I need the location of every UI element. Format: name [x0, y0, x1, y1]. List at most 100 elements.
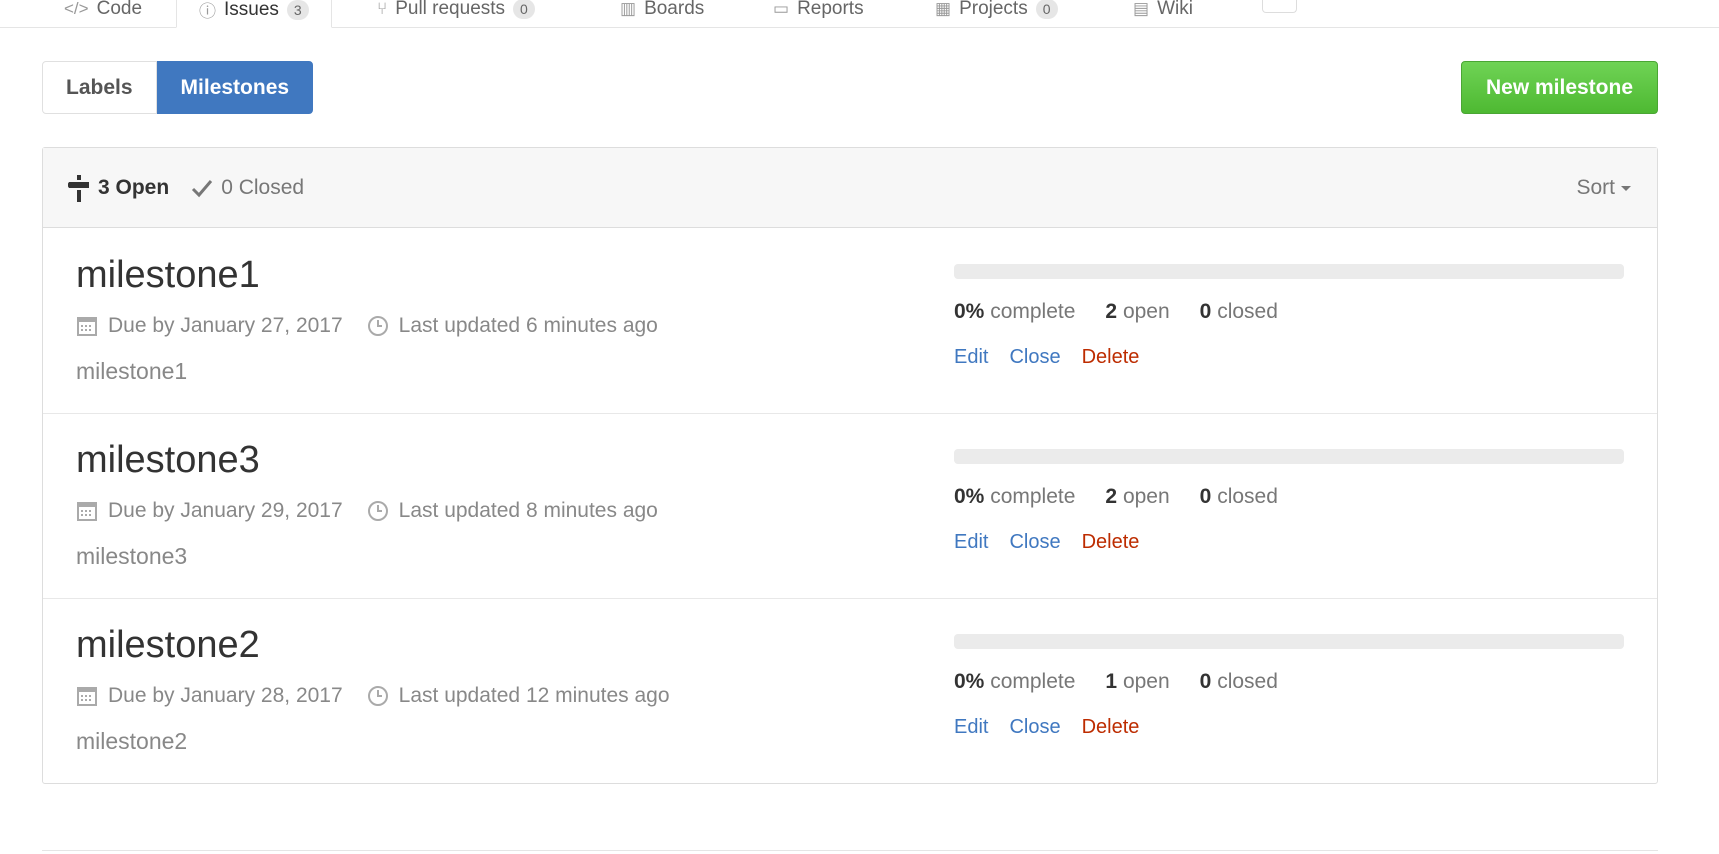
sort-dropdown[interactable]: Sort: [1576, 148, 1631, 227]
milestone-title[interactable]: milestone1: [76, 254, 260, 297]
milestone-description: milestone1: [76, 358, 188, 384]
due-date-text: Due by January 28, 2017: [108, 684, 343, 707]
new-milestone-button[interactable]: New milestone: [1461, 61, 1658, 114]
repo-nav: </> Code ⓘ Issues 3 ⑂ Pull requests 0 ▥ …: [0, 0, 1719, 28]
edit-link[interactable]: Edit: [954, 716, 988, 739]
clock-icon: [367, 501, 388, 521]
milestone-title[interactable]: milestone2: [76, 624, 260, 667]
calendar-icon: [77, 502, 97, 521]
milestone-item: milestone3 Due by January 29, 2017 Last …: [43, 413, 1657, 599]
last-updated-text: Last updated 12 minutes ago: [398, 684, 670, 707]
milestone-stats: 0% complete 2 open 0 closed: [954, 485, 1308, 509]
milestone-description: milestone3: [76, 543, 188, 569]
tab-projects[interactable]: ▦ Projects 0: [935, 0, 1058, 26]
issues-counter: 3: [286, 0, 309, 20]
calendar-icon: [77, 687, 97, 706]
milestones-button[interactable]: Milestones: [156, 61, 314, 114]
tab-label: Code: [96, 0, 143, 19]
milestone-stats: 0% complete 1 open 0 closed: [954, 670, 1308, 694]
progress-bar: [954, 264, 1624, 279]
milestone-item: milestone1 Due by January 27, 2017 Last …: [43, 228, 1657, 414]
tab-label: Wiki: [1157, 0, 1193, 19]
pull-request-icon: ⑂: [377, 0, 388, 18]
graph-icon: ▭: [773, 0, 790, 18]
percent-complete: 0% complete: [954, 485, 1076, 508]
open-filter[interactable]: 3 Open: [68, 173, 169, 203]
book-icon: ▤: [1133, 0, 1150, 18]
pull-requests-counter: 0: [513, 0, 535, 19]
progress-bar: [954, 449, 1624, 464]
tab-label: Projects: [959, 0, 1028, 19]
footer-divider: [42, 850, 1658, 851]
milestone-actions: Edit Close Delete: [954, 716, 1139, 739]
percent-complete: 0% complete: [954, 670, 1076, 693]
last-updated: Last updated 6 minutes ago: [367, 314, 658, 338]
edit-link[interactable]: Edit: [954, 346, 988, 369]
project-icon: ▦: [935, 0, 952, 18]
issue-icon: ⓘ: [199, 2, 216, 21]
state-filter: 3 Open 0 Closed: [68, 148, 326, 227]
tab-wiki[interactable]: ▤ Wiki: [1133, 0, 1193, 26]
due-date-text: Due by January 29, 2017: [108, 499, 343, 522]
open-count: 3 Open: [98, 175, 170, 199]
clock-icon: [367, 686, 388, 706]
due-date: Due by January 27, 2017: [76, 314, 343, 338]
due-date: Due by January 28, 2017: [76, 684, 343, 708]
milestone-description: milestone2: [76, 728, 188, 754]
tab-code[interactable]: </> Code: [64, 0, 142, 26]
last-updated: Last updated 8 minutes ago: [367, 499, 658, 523]
open-issues[interactable]: 1 open: [1105, 670, 1169, 694]
close-link[interactable]: Close: [1009, 716, 1060, 739]
milestone-meta: Due by January 29, 2017 Last updated 8 m…: [76, 499, 682, 523]
closed-issues[interactable]: 0 closed: [1200, 670, 1278, 694]
delete-link[interactable]: Delete: [1082, 531, 1140, 554]
last-updated-text: Last updated 8 minutes ago: [398, 499, 658, 522]
due-date: Due by January 29, 2017: [76, 499, 343, 523]
check-icon: [192, 179, 213, 197]
milestone-actions: Edit Close Delete: [954, 346, 1139, 369]
tab-label: Pull requests: [395, 0, 506, 19]
milestone-meta: Due by January 28, 2017 Last updated 12 …: [76, 684, 694, 708]
edit-link[interactable]: Edit: [954, 531, 988, 554]
due-date-text: Due by January 27, 2017: [108, 314, 343, 337]
tab-label: Reports: [797, 0, 864, 19]
milestones-header: 3 Open 0 Closed Sort: [43, 148, 1657, 228]
nav-extra-tab[interactable]: [1262, 0, 1297, 13]
closed-filter[interactable]: 0 Closed: [191, 176, 304, 200]
open-issues[interactable]: 2 open: [1105, 485, 1169, 509]
milestone-stats: 0% complete 2 open 0 closed: [954, 300, 1308, 324]
closed-count: 0 Closed: [221, 175, 305, 199]
clock-icon: [367, 316, 388, 336]
labels-button[interactable]: Labels: [42, 61, 157, 114]
closed-issues[interactable]: 0 closed: [1200, 300, 1278, 324]
milestone-title[interactable]: milestone3: [76, 439, 260, 482]
calendar-icon: [77, 317, 97, 336]
milestone-meta: Due by January 27, 2017 Last updated 6 m…: [76, 314, 682, 338]
close-link[interactable]: Close: [1009, 346, 1060, 369]
open-issues[interactable]: 2 open: [1105, 300, 1169, 324]
close-link[interactable]: Close: [1009, 531, 1060, 554]
milestone-item: milestone2 Due by January 28, 2017 Last …: [43, 598, 1657, 783]
delete-link[interactable]: Delete: [1082, 716, 1140, 739]
code-icon: </>: [64, 0, 89, 18]
milestone-icon: [68, 174, 89, 202]
tab-issues[interactable]: ⓘ Issues 3: [176, 0, 332, 28]
progress-bar: [954, 634, 1624, 649]
subnav: Labels Milestones: [42, 61, 314, 114]
board-icon: ▥: [620, 0, 637, 18]
projects-counter: 0: [1035, 0, 1058, 19]
last-updated: Last updated 12 minutes ago: [367, 684, 670, 708]
delete-link[interactable]: Delete: [1082, 346, 1140, 369]
closed-issues[interactable]: 0 closed: [1200, 485, 1278, 509]
sort-label: Sort: [1576, 175, 1615, 199]
tab-pull-requests[interactable]: ⑂ Pull requests 0: [377, 0, 535, 26]
tab-boards[interactable]: ▥ Boards: [620, 0, 704, 26]
milestones-list: 3 Open 0 Closed Sort milestone1 Due by J…: [42, 147, 1658, 784]
tab-label: Issues: [224, 0, 279, 20]
percent-complete: 0% complete: [954, 300, 1076, 323]
tab-label: Boards: [644, 0, 705, 19]
tab-reports[interactable]: ▭ Reports: [773, 0, 864, 26]
last-updated-text: Last updated 6 minutes ago: [398, 314, 658, 337]
milestone-actions: Edit Close Delete: [954, 531, 1139, 554]
chevron-down-icon: [1621, 186, 1631, 191]
